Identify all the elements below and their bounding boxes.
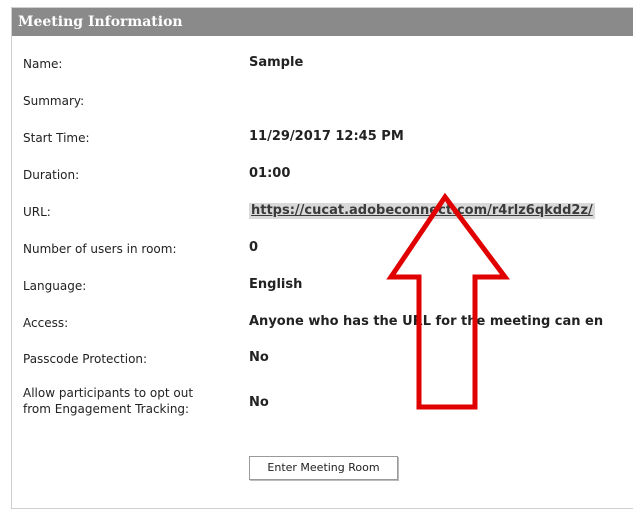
users-in-room-label: Number of users in room: [23,242,177,256]
access-value: Anyone who has the URL for the meeting c… [249,314,604,329]
engagement-tracking-label-line1: Allow participants to opt out [23,386,194,400]
users-in-room-value: 0 [249,240,259,255]
duration-value: 01:00 [249,166,291,181]
enter-meeting-room-button[interactable]: Enter Meeting Room [249,456,398,480]
engagement-tracking-label-line2: from Engagement Tracking: [23,402,190,416]
name-value: Sample [249,55,304,70]
passcode-protection-label: Passcode Protection: [23,352,148,366]
url-label: URL: [23,205,51,219]
language-value: English [249,277,303,292]
duration-label: Duration: [23,168,80,182]
meeting-information-panel: Meeting Information Name: Sample Summary… [11,7,633,509]
summary-label: Summary: [23,94,85,108]
panel-title: Meeting Information [12,8,633,36]
engagement-tracking-value: No [249,395,269,410]
language-label: Language: [23,279,87,293]
start-time-label: Start Time: [23,131,90,145]
access-label: Access: [23,316,69,330]
passcode-protection-value: No [249,350,269,365]
meeting-url-link[interactable]: https://cucat.adobeconnect.com/r4rlz6qkd… [249,203,595,219]
name-label: Name: [23,57,63,71]
start-time-value: 11/29/2017 12:45 PM [249,129,404,144]
